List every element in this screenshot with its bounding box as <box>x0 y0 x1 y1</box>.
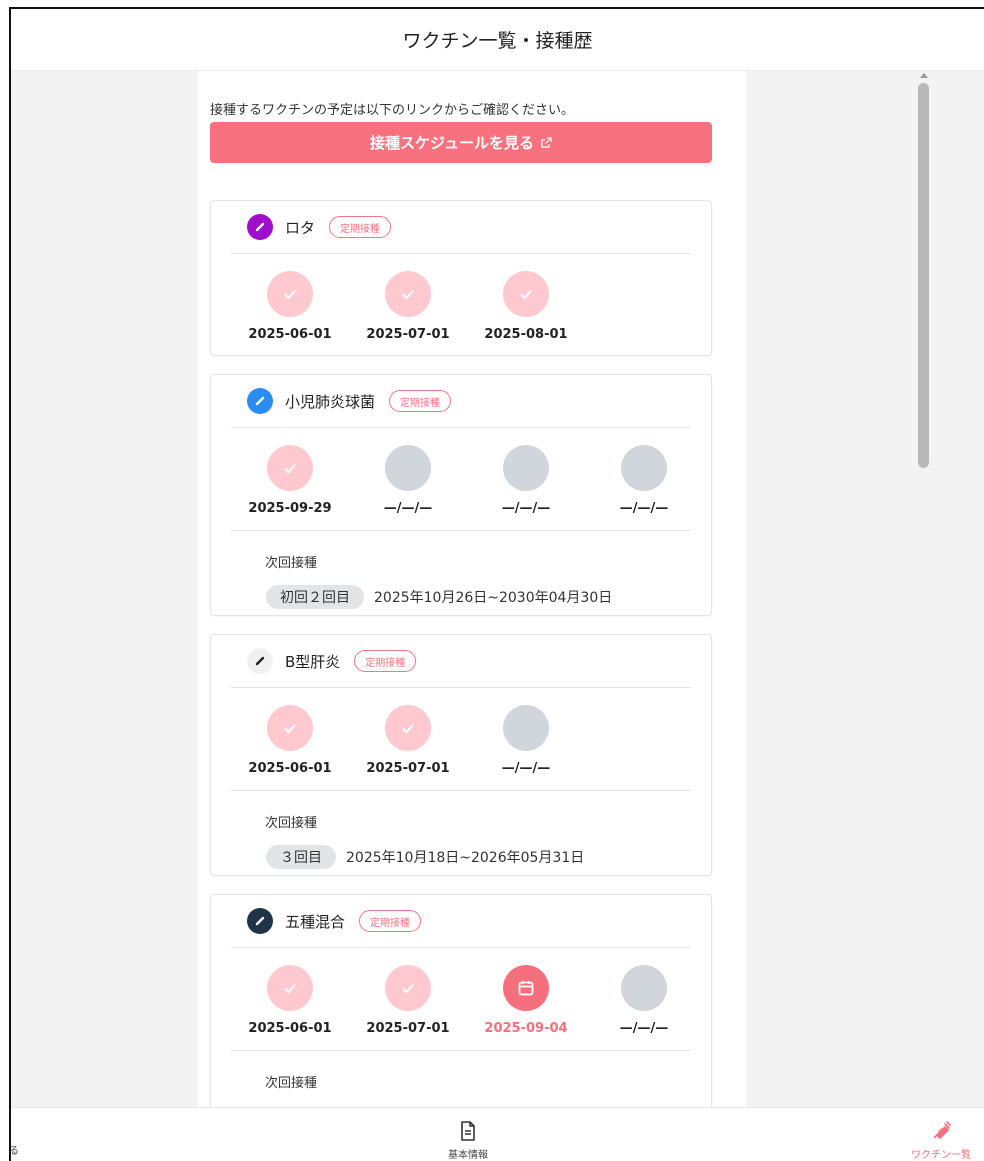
nav-item-vaccine-list[interactable]: ワクチン一覧 <box>896 1108 984 1161</box>
calendar-icon <box>503 965 549 1011</box>
nav-label-basic-info: 基本情報 <box>448 1150 488 1161</box>
dose-list: 2025-06-01 2025-07-01 —/—/— <box>231 695 585 785</box>
routine-badge: 定期接種 <box>329 216 392 238</box>
app-header: ワクチン一覧・接種歴 <box>11 9 984 71</box>
next-dose-section: 次回接種 <box>231 1050 691 1107</box>
scroll-up-arrow[interactable] <box>920 73 928 78</box>
next-dose-label: 次回接種 <box>265 556 318 571</box>
dose-date: 2025-09-29 <box>248 501 332 516</box>
syringe-icon <box>933 1121 951 1139</box>
dose-done-icon <box>503 271 549 317</box>
nav-item-basic-info[interactable]: 基本情報 <box>423 1108 513 1161</box>
dose-item: —/—/— <box>467 695 585 785</box>
routine-badge: 定期接種 <box>359 910 422 932</box>
next-dose-round: 初回２回目 <box>266 585 364 609</box>
vaccine-name: B型肝炎 <box>285 652 341 671</box>
vaccine-card-five-in-one[interactable]: 五種混合 定期接種 2025-06-01 2025-07-01 2025-09-… <box>210 894 712 1107</box>
dose-item: 2025-06-01 <box>231 955 349 1045</box>
dose-pending-icon <box>385 445 431 491</box>
next-dose-section: 次回接種 初回２回目 2025年10月26日~2030年04月30日 <box>231 530 691 616</box>
dose-pending-icon <box>621 965 667 1011</box>
nav-label-vaccine-list: ワクチン一覧 <box>911 1150 971 1161</box>
dose-date: —/—/— <box>501 501 551 516</box>
document-icon <box>461 1121 475 1141</box>
dose-item: —/—/— <box>349 435 467 525</box>
nav-item-cut-label[interactable]: る <box>9 1142 19 1157</box>
vaccine-card-pneumococcal[interactable]: 小児肺炎球菌 定期接種 2025-09-29 —/—/— —/—/— —/—/—… <box>210 374 712 616</box>
main-content[interactable]: 接種するワクチンの予定は以下のリンクからご確認ください。 接種スケジュールを見る… <box>11 71 984 1107</box>
dose-done-icon <box>385 271 431 317</box>
bottom-navigation: る 基本情報 ワクチン一覧 <box>9 1107 984 1161</box>
view-schedule-label: 接種スケジュールを見る <box>370 134 534 152</box>
dose-item: 2025-06-01 <box>231 695 349 785</box>
dose-done-icon <box>267 705 313 751</box>
dose-date: 2025-06-01 <box>248 761 332 776</box>
vaccine-icon <box>247 648 273 674</box>
routine-badge: 定期接種 <box>354 650 417 672</box>
dose-done-icon <box>267 445 313 491</box>
vaccine-card-header: 五種混合 定期接種 <box>231 895 691 948</box>
dose-list: 2025-06-01 2025-07-01 2025-08-01 <box>231 261 585 351</box>
dose-pending-icon <box>503 705 549 751</box>
dose-item: 2025-09-29 <box>231 435 349 525</box>
next-dose-range: 2025年10月26日~2030年04月30日 <box>374 590 613 606</box>
dose-item: 2025-09-04 <box>467 955 585 1045</box>
scrollbar-thumb[interactable] <box>918 83 929 468</box>
dose-item: 2025-07-01 <box>349 695 467 785</box>
scrollbar[interactable] <box>916 71 932 1107</box>
vaccine-name: 五種混合 <box>285 912 346 931</box>
dose-done-icon <box>385 705 431 751</box>
view-schedule-button[interactable]: 接種スケジュールを見る <box>210 122 712 163</box>
dose-done-icon <box>267 965 313 1011</box>
dose-date: —/—/— <box>501 761 551 776</box>
dose-item: —/—/— <box>467 435 585 525</box>
next-dose-row: ３回目 2025年10月18日~2026年05月31日 <box>266 845 584 869</box>
next-dose-label: 次回接種 <box>265 816 318 831</box>
dose-item: 2025-07-01 <box>349 261 467 351</box>
vaccine-name: 小児肺炎球菌 <box>285 392 376 411</box>
dose-date: 2025-07-01 <box>366 761 450 776</box>
vaccine-card-hepatitis-b[interactable]: B型肝炎 定期接種 2025-06-01 2025-07-01 —/—/— 次回… <box>210 634 712 876</box>
vaccine-card-header: B型肝炎 定期接種 <box>231 635 691 688</box>
next-dose-round: ３回目 <box>266 845 336 869</box>
dose-item: 2025-07-01 <box>349 955 467 1045</box>
vaccine-icon <box>247 908 273 934</box>
dose-item: 2025-08-01 <box>467 261 585 351</box>
dose-date: 2025-06-01 <box>248 1021 332 1036</box>
dose-pending-icon <box>503 445 549 491</box>
vaccine-card-rota[interactable]: ロタ 定期接種 2025-06-01 2025-07-01 2025-08-01 <box>210 200 712 356</box>
routine-badge: 定期接種 <box>389 390 452 412</box>
next-dose-range: 2025年10月18日~2026年05月31日 <box>346 850 585 866</box>
dose-date: 2025-06-01 <box>248 327 332 342</box>
external-link-icon <box>541 136 552 148</box>
dose-item: —/—/— <box>585 435 703 525</box>
dose-date: —/—/— <box>619 1021 669 1036</box>
page-title: ワクチン一覧・接種歴 <box>402 30 593 52</box>
dose-date: 2025-07-01 <box>366 1021 450 1036</box>
dose-date: —/—/— <box>383 501 433 516</box>
dose-date: 2025-08-01 <box>484 327 568 342</box>
vaccine-card-header: 小児肺炎球菌 定期接種 <box>231 375 691 428</box>
vaccine-icon <box>247 214 273 240</box>
vaccine-card-header: ロタ 定期接種 <box>231 201 691 254</box>
dose-item: 2025-06-01 <box>231 261 349 351</box>
dose-pending-icon <box>621 445 667 491</box>
vaccine-list-column: 接種するワクチンの予定は以下のリンクからご確認ください。 接種スケジュールを見る… <box>198 71 929 1107</box>
dose-done-icon <box>267 271 313 317</box>
dose-item: —/—/— <box>585 955 703 1045</box>
dose-date: 2025-09-04 <box>484 1021 568 1036</box>
next-dose-label: 次回接種 <box>265 1076 318 1091</box>
dose-list: 2025-06-01 2025-07-01 2025-09-04 —/—/— <box>231 955 703 1045</box>
app-frame: ワクチン一覧・接種歴 接種するワクチンの予定は以下のリンクからご確認ください。 … <box>9 7 984 1161</box>
dose-done-icon <box>385 965 431 1011</box>
dose-date: —/—/— <box>619 501 669 516</box>
vaccine-icon <box>247 388 273 414</box>
vaccine-name: ロタ <box>285 218 316 237</box>
schedule-note: 接種するワクチンの予定は以下のリンクからご確認ください。 <box>210 103 575 118</box>
next-dose-section: 次回接種 ３回目 2025年10月18日~2026年05月31日 <box>231 790 691 876</box>
dose-date: 2025-07-01 <box>366 327 450 342</box>
next-dose-row: 初回２回目 2025年10月26日~2030年04月30日 <box>266 585 612 609</box>
dose-list: 2025-09-29 —/—/— —/—/— —/—/— <box>231 435 703 525</box>
